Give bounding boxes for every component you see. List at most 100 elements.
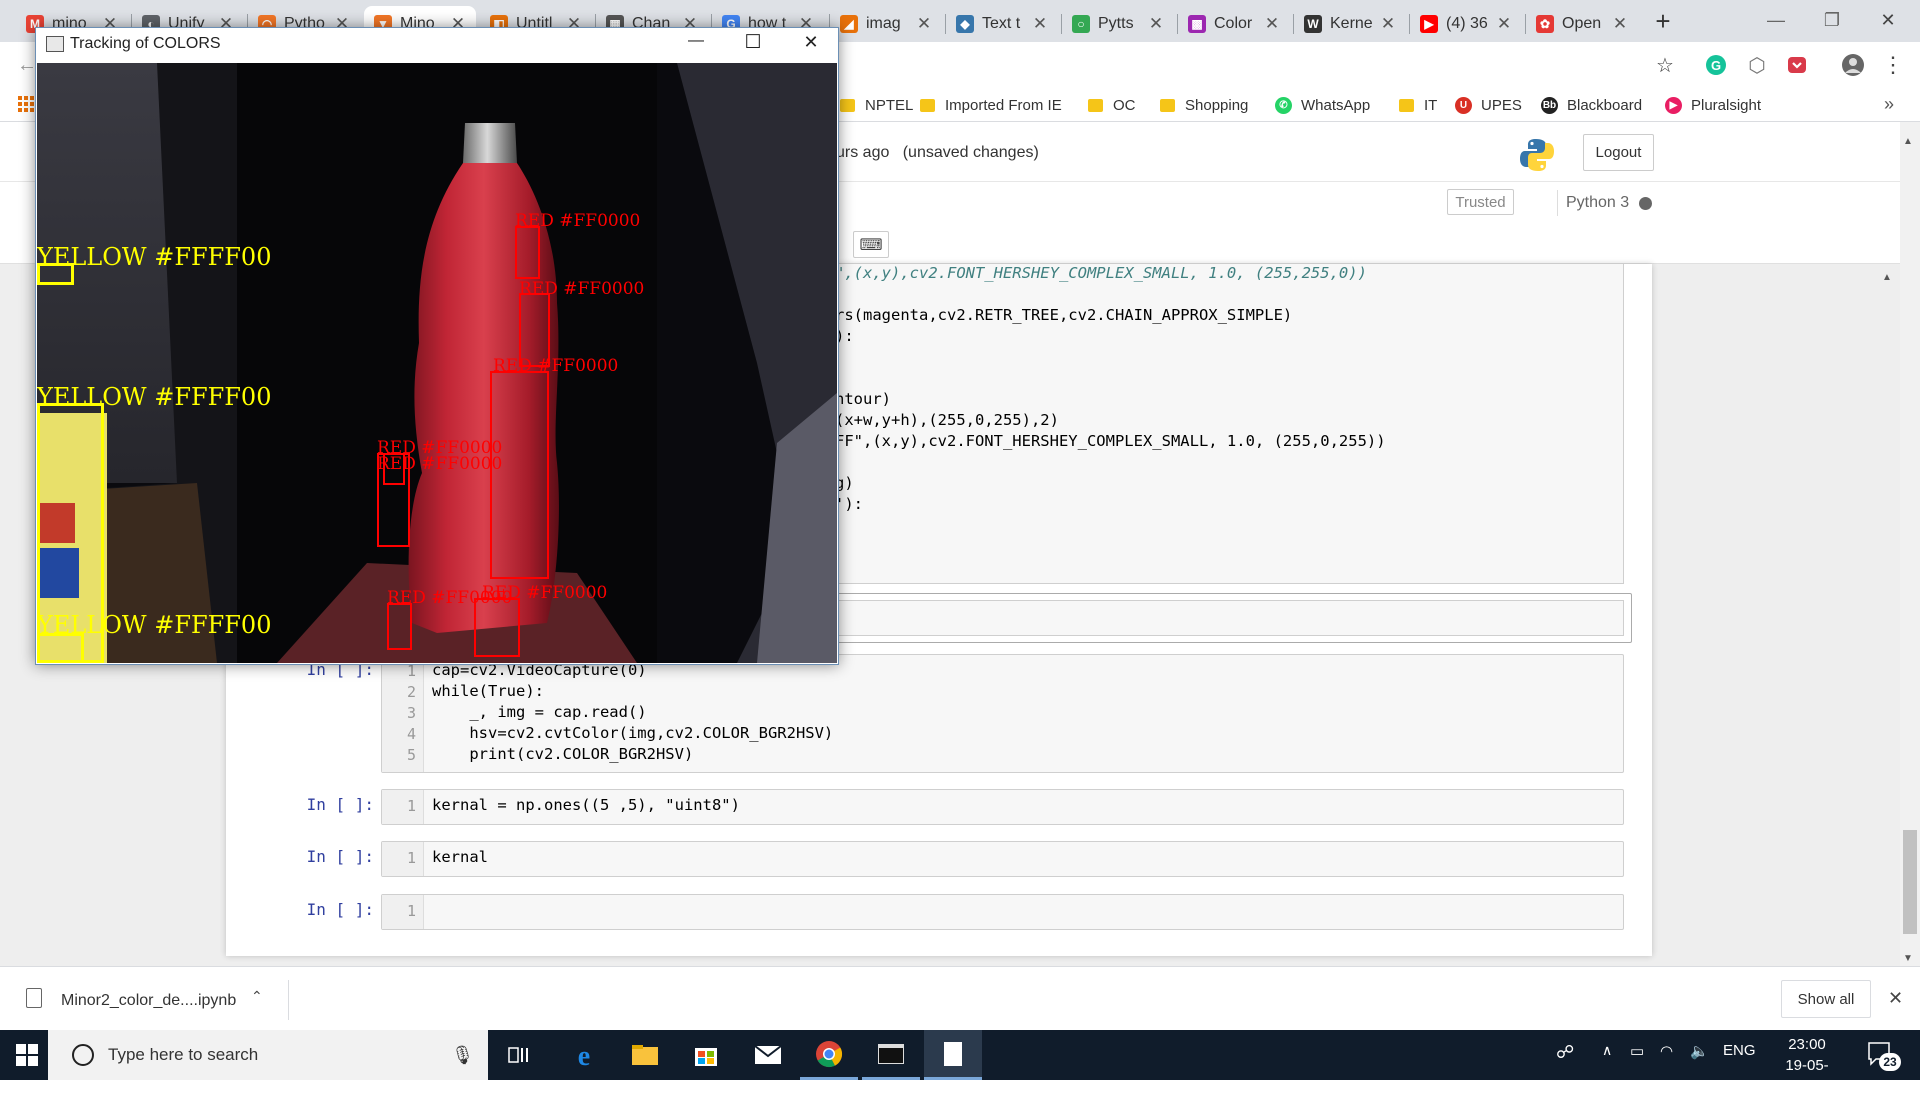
scroll-down-arrow-icon[interactable]: ▼: [1903, 953, 1913, 964]
tab-close-icon[interactable]: ✕: [1496, 14, 1512, 34]
extension-cube-icon[interactable]: ⬡: [1744, 52, 1770, 78]
bookmark-label: Blackboard: [1567, 96, 1643, 114]
scroll-up-arrow-icon[interactable]: ▲: [1903, 136, 1913, 147]
line-number: 1: [406, 902, 416, 920]
tab-close-icon[interactable]: ✕: [1264, 14, 1280, 34]
opencv-window-taskbar-icon[interactable]: [924, 1030, 982, 1080]
show-all-button[interactable]: Show all: [1781, 980, 1871, 1018]
profile-avatar-icon[interactable]: [1840, 52, 1866, 78]
detection-bounding-box: [474, 598, 520, 657]
tab-title: Text t: [982, 15, 1021, 32]
tray-chevron-up-icon[interactable]: ∧: [1602, 1042, 1612, 1059]
keyboard-icon[interactable]: ⌨: [853, 231, 889, 258]
browser-tab[interactable]: ✿ Open ✕: [1526, 6, 1638, 42]
wifi-icon[interactable]: ◠: [1660, 1042, 1673, 1060]
bookmark-item[interactable]: Imported From IE: [920, 95, 1062, 115]
more-bookmarks-button[interactable]: »: [1884, 94, 1894, 115]
bookmark-label: OC: [1113, 96, 1136, 114]
chrome-menu-icon[interactable]: ⋮: [1880, 52, 1906, 78]
cv-maximize-button[interactable]: ☐: [733, 31, 773, 54]
people-icon[interactable]: ☍: [1556, 1042, 1574, 1063]
bookmark-item[interactable]: ▶ Pluralsight: [1665, 95, 1761, 115]
code-line: _, img = cap.read(): [432, 703, 647, 721]
new-tab-button[interactable]: +: [1648, 7, 1678, 37]
tab-title: imag: [866, 15, 901, 32]
pocket-icon[interactable]: [1784, 52, 1810, 78]
code-line: FF",(x,y),cv2.FONT_HERSHEY_COMPLEX_SMALL…: [835, 432, 1386, 450]
tab-favicon-icon: ○: [1072, 15, 1090, 33]
notification-count-badge: 23: [1879, 1053, 1901, 1071]
bookmark-item[interactable]: ✆ WhatsApp: [1275, 95, 1370, 115]
code-cell-input[interactable]: 1 kernal: [381, 841, 1624, 877]
detection-label: YELLOW #FFFF00: [37, 383, 272, 411]
browser-tab[interactable]: ▩ Color ✕: [1178, 6, 1290, 42]
browser-tab[interactable]: ◢ imag ✕: [830, 6, 942, 42]
bookmark-label: Imported From IE: [945, 96, 1062, 114]
save-status-text: urs ago: [836, 144, 890, 161]
bookmark-item[interactable]: Bb Blackboard: [1541, 95, 1642, 115]
kernel-name: Python 3: [1566, 194, 1630, 211]
bookmark-item[interactable]: U UPES: [1455, 95, 1522, 115]
notebook-scroll-up-icon[interactable]: ▲: [1882, 272, 1892, 283]
svg-text:e: e: [578, 1041, 590, 1069]
code-cell-input[interactable]: 1 kernal = np.ones((5 ,5), "uint8"): [381, 789, 1624, 825]
tab-close-icon[interactable]: ✕: [1148, 14, 1164, 34]
scrollbar-thumb[interactable]: [1903, 830, 1917, 934]
task-view-icon[interactable]: [490, 1030, 548, 1080]
line-number: 5: [406, 746, 416, 764]
bookmark-item[interactable]: IT: [1399, 95, 1437, 115]
detection-label: RED #FF0000: [493, 356, 619, 376]
mail-icon[interactable]: [739, 1030, 797, 1080]
microphone-icon[interactable]: 🎙: [451, 1045, 474, 1066]
download-filename[interactable]: Minor2_color_de....ipynb: [61, 992, 236, 1010]
bookmark-label: NPTEL: [865, 96, 914, 114]
opencv-window-title: Tracking of COLORS: [70, 35, 221, 52]
edge-browser-icon[interactable]: e: [555, 1030, 613, 1080]
tab-close-icon[interactable]: ✕: [1612, 14, 1628, 34]
code-line: print(cv2.COLOR_BGR2HSV): [432, 745, 694, 763]
clock[interactable]: 23:00 19-05-2019: [1770, 1034, 1844, 1097]
code-cell-input[interactable]: 1 cap=cv2.VideoCapture(0) 2 while(True): 3 _…: [381, 654, 1624, 773]
chevron-up-icon[interactable]: ⌃: [251, 988, 263, 1005]
browser-restore-button[interactable]: ❐: [1810, 4, 1854, 36]
tab-close-icon[interactable]: ✕: [1032, 14, 1048, 34]
browser-tab[interactable]: ▶ (4) 36 ✕: [1410, 6, 1522, 42]
detection-label: YELLOW #FFFF00: [37, 243, 272, 271]
trusted-indicator[interactable]: Trusted: [1447, 189, 1514, 215]
tab-close-icon[interactable]: ✕: [916, 14, 932, 34]
windows-start-icon[interactable]: [16, 1044, 38, 1066]
browser-minimize-button[interactable]: —: [1754, 4, 1798, 36]
tab-favicon-icon: ▩: [1188, 15, 1206, 33]
battery-icon[interactable]: ▭: [1630, 1042, 1644, 1060]
tab-favicon-icon: ◢: [840, 15, 858, 33]
apps-grid-icon[interactable]: [18, 96, 34, 112]
logout-button[interactable]: Logout: [1583, 134, 1654, 171]
cv-close-button[interactable]: ✕: [791, 32, 831, 53]
terminal-icon[interactable]: [862, 1030, 920, 1080]
bookmark-item[interactable]: OC: [1088, 95, 1136, 115]
grammarly-icon[interactable]: G: [1703, 52, 1729, 78]
volume-icon[interactable]: 🔈: [1690, 1042, 1709, 1060]
bookmark-item[interactable]: NPTEL: [840, 95, 913, 115]
window-app-icon: [46, 36, 64, 52]
language-indicator[interactable]: ENG: [1723, 1042, 1756, 1059]
browser-tab[interactable]: ○ Pytts ✕: [1062, 6, 1174, 42]
unsaved-changes-text: (unsaved changes): [902, 144, 1039, 161]
close-download-bar-icon[interactable]: ✕: [1888, 988, 1903, 1009]
store-icon[interactable]: [677, 1030, 735, 1080]
line-number: 4: [406, 725, 416, 743]
webcam-frame: YELLOW #FFFF00 YELLOW #FFFF00 YELLOW #FFFF…: [37, 63, 837, 663]
taskbar-search-box[interactable]: Type here to search 🎙: [48, 1030, 488, 1080]
bookmark-star-icon[interactable]: ☆: [1652, 52, 1678, 78]
file-explorer-icon[interactable]: [616, 1030, 674, 1080]
opencv-title-bar[interactable]: Tracking of COLORS — ☐ ✕: [36, 28, 838, 63]
clock-time: 23:00: [1788, 1036, 1826, 1053]
code-cell-input[interactable]: 1: [381, 894, 1624, 930]
chrome-taskbar-icon[interactable]: [800, 1030, 858, 1080]
browser-tab[interactable]: ◆ Text t ✕: [946, 6, 1058, 42]
browser-close-button[interactable]: ✕: [1866, 4, 1910, 36]
bookmark-item[interactable]: Shopping: [1160, 95, 1248, 115]
tab-close-icon[interactable]: ✕: [1380, 14, 1396, 34]
cv-minimize-button[interactable]: —: [676, 32, 716, 50]
browser-tab[interactable]: W Kerne ✕: [1294, 6, 1406, 42]
